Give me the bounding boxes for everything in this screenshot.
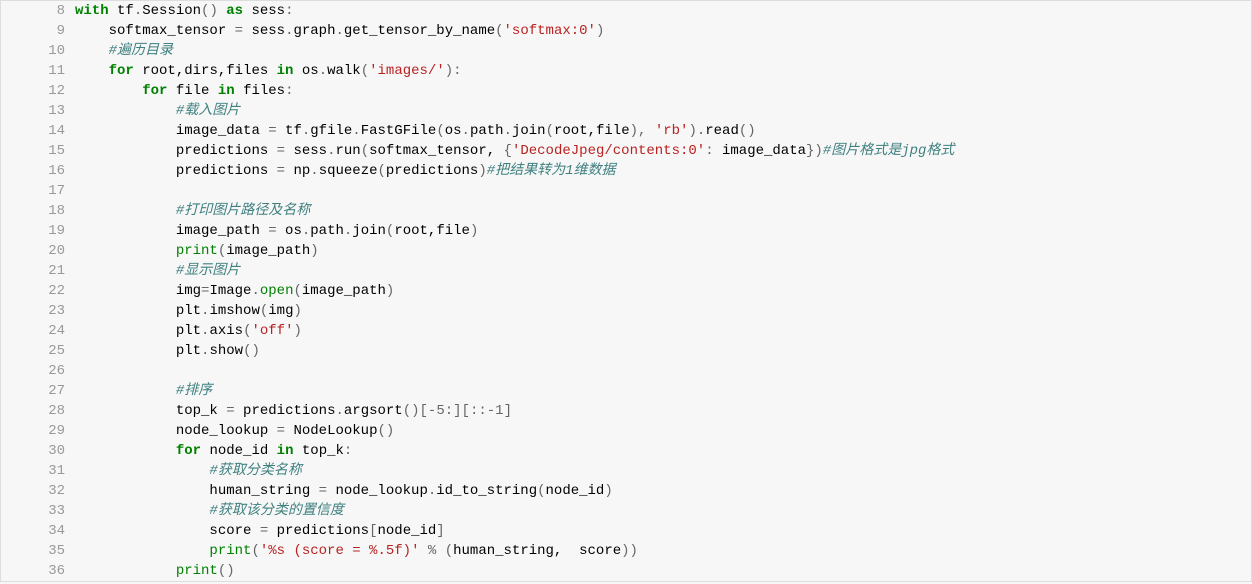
line-number: 21 <box>1 261 65 281</box>
line-number: 19 <box>1 221 65 241</box>
line-number: 31 <box>1 461 65 481</box>
code-line: for node_id in top_k: <box>75 441 1251 461</box>
code-line: plt.imshow(img) <box>75 301 1251 321</box>
line-number: 27 <box>1 381 65 401</box>
line-number: 12 <box>1 81 65 101</box>
line-number: 20 <box>1 241 65 261</box>
code-line: #打印图片路径及名称 <box>75 201 1251 221</box>
code-line: predictions = np.squeeze(predictions)#把结… <box>75 161 1251 181</box>
code-line: #获取该分类的置信度 <box>75 501 1251 521</box>
code-area[interactable]: with tf.Session() as sess: softmax_tenso… <box>71 1 1251 581</box>
line-number: 24 <box>1 321 65 341</box>
line-number: 29 <box>1 421 65 441</box>
code-line: #显示图片 <box>75 261 1251 281</box>
line-number: 32 <box>1 481 65 501</box>
line-number: 16 <box>1 161 65 181</box>
line-number: 10 <box>1 41 65 61</box>
line-number: 14 <box>1 121 65 141</box>
line-number: 26 <box>1 361 65 381</box>
line-number: 15 <box>1 141 65 161</box>
code-line: print('%s (score = %.5f)' % (human_strin… <box>75 541 1251 561</box>
code-line: #排序 <box>75 381 1251 401</box>
line-number: 25 <box>1 341 65 361</box>
line-number: 35 <box>1 541 65 561</box>
code-line: predictions = sess.run(softmax_tensor, {… <box>75 141 1251 161</box>
code-line: print() <box>75 561 1251 581</box>
code-line: top_k = predictions.argsort()[-5:][::-1] <box>75 401 1251 421</box>
code-line: print(image_path) <box>75 241 1251 261</box>
line-number: 17 <box>1 181 65 201</box>
code-line: img=Image.open(image_path) <box>75 281 1251 301</box>
line-number-gutter: 8910111213141516171819202122232425262728… <box>1 1 71 581</box>
code-line: #遍历目录 <box>75 41 1251 61</box>
code-line: for root,dirs,files in os.walk('images/'… <box>75 61 1251 81</box>
code-line: human_string = node_lookup.id_to_string(… <box>75 481 1251 501</box>
code-line: #获取分类名称 <box>75 461 1251 481</box>
line-number: 36 <box>1 561 65 581</box>
line-number: 22 <box>1 281 65 301</box>
code-line: node_lookup = NodeLookup() <box>75 421 1251 441</box>
code-line: #载入图片 <box>75 101 1251 121</box>
line-number: 28 <box>1 401 65 421</box>
line-number: 13 <box>1 101 65 121</box>
code-line <box>75 181 1251 201</box>
code-line: image_path = os.path.join(root,file) <box>75 221 1251 241</box>
code-line: plt.show() <box>75 341 1251 361</box>
line-number: 9 <box>1 21 65 41</box>
code-line <box>75 361 1251 381</box>
code-line: for file in files: <box>75 81 1251 101</box>
code-line: image_data = tf.gfile.FastGFile(os.path.… <box>75 121 1251 141</box>
code-line: plt.axis('off') <box>75 321 1251 341</box>
line-number: 18 <box>1 201 65 221</box>
line-number: 30 <box>1 441 65 461</box>
code-editor: 8910111213141516171819202122232425262728… <box>0 0 1252 582</box>
code-line: softmax_tensor = sess.graph.get_tensor_b… <box>75 21 1251 41</box>
line-number: 33 <box>1 501 65 521</box>
code-line: score = predictions[node_id] <box>75 521 1251 541</box>
line-number: 34 <box>1 521 65 541</box>
line-number: 23 <box>1 301 65 321</box>
line-number: 8 <box>1 1 65 21</box>
line-number: 11 <box>1 61 65 81</box>
code-line: with tf.Session() as sess: <box>75 1 1251 21</box>
